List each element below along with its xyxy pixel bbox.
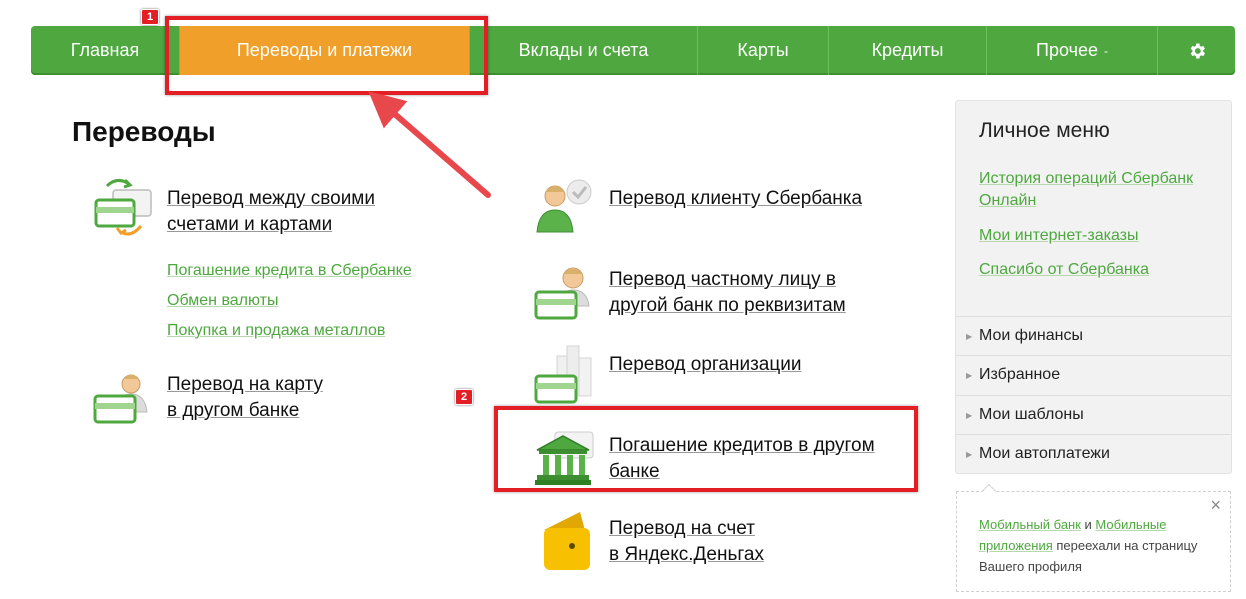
nav-item-label: Прочее bbox=[1036, 40, 1098, 60]
mobile-bank-notice: × Мобильный банк и Мобильные приложения … bbox=[956, 483, 1231, 592]
card-other-bank-link[interactable]: Перевод на карту в другом банке bbox=[167, 372, 323, 424]
link-line: Перевод частному лицу в bbox=[609, 269, 836, 290]
link-line: банке bbox=[609, 461, 660, 482]
sidebar-item-autopayments[interactable]: ▶ Мои автоплатежи bbox=[956, 434, 1231, 473]
link-line: Перевод на счет bbox=[609, 518, 755, 539]
sidebar-item-label: Избранное bbox=[979, 366, 1061, 383]
organization-transfer-link[interactable]: Перевод организации bbox=[609, 352, 801, 378]
link-line: Перевод между своими bbox=[167, 188, 375, 209]
client-transfer-link[interactable]: Перевод клиенту Сбербанка bbox=[609, 186, 862, 212]
annotation-arrow bbox=[368, 91, 491, 198]
sberbank-loan-repay-link[interactable]: Погашение кредита в Сбербанке bbox=[167, 262, 412, 280]
nav-item-label: Вклады и счета bbox=[518, 40, 649, 60]
nav-item-credits[interactable]: Кредиты bbox=[829, 26, 987, 75]
gear-icon bbox=[1190, 43, 1205, 58]
nav-item-label: Кредиты bbox=[871, 40, 944, 60]
nav-item-home[interactable]: Главная bbox=[31, 26, 180, 75]
client-transfer-icon bbox=[536, 179, 592, 233]
internet-orders-link[interactable]: Мои интернет-заказы bbox=[979, 225, 1224, 247]
page-title: Переводы bbox=[72, 116, 216, 147]
bank-building-icon bbox=[535, 431, 594, 485]
annotation-badge-1: 1 bbox=[141, 9, 159, 25]
nav-item-other[interactable]: Прочее - bbox=[987, 26, 1158, 75]
sidebar-item-finances[interactable]: ▶ Мои финансы bbox=[956, 316, 1231, 355]
nav-item-cards[interactable]: Карты bbox=[698, 26, 829, 75]
metals-trade-link[interactable]: Покупка и продажа металлов bbox=[167, 322, 385, 340]
sidebar-item-label: Мои автоплатежи bbox=[979, 445, 1110, 462]
notice-conjunction: и bbox=[1080, 517, 1096, 532]
sidebar-item-templates[interactable]: ▶ Мои шаблоны bbox=[956, 395, 1231, 434]
nav-item-deposits[interactable]: Вклады и счета bbox=[470, 26, 698, 75]
highlight-box-1 bbox=[165, 16, 488, 95]
yandex-money-link[interactable]: Перевод на счет в Яндекс.Деньгах bbox=[609, 516, 764, 568]
other-bank-loan-repay-link[interactable]: Погашение кредитов в другом банке bbox=[609, 433, 875, 485]
link-line: Перевод на карту bbox=[167, 374, 323, 395]
transfer-own-icon bbox=[94, 178, 152, 236]
nav-item-label: Главная bbox=[70, 40, 140, 60]
chevron-right-icon: ▶ bbox=[966, 331, 973, 341]
operations-history-link[interactable]: История операций Сбербанк Онлайн bbox=[979, 168, 1224, 212]
sidebar-item-label: Мои шаблоны bbox=[979, 406, 1084, 423]
link-line: в другом банке bbox=[167, 400, 300, 421]
own-transfer-link[interactable]: Перевод между своими счетами и картами bbox=[167, 186, 375, 238]
spasibo-link[interactable]: Спасибо от Сбербанка bbox=[979, 259, 1224, 281]
link-line: в Яндекс.Деньгах bbox=[609, 544, 764, 565]
chevron-right-icon: ▶ bbox=[966, 370, 973, 380]
chevron-right-icon: ▶ bbox=[966, 410, 973, 420]
link-line: другой банк по реквизитам bbox=[609, 295, 846, 316]
notice-pointer bbox=[981, 483, 997, 499]
notice-text: Мобильный банк и Мобильные приложения пе… bbox=[979, 514, 1214, 577]
yandex-wallet-icon bbox=[544, 512, 590, 570]
organization-icon bbox=[534, 345, 592, 404]
annotation-badge-2: 2 bbox=[455, 389, 473, 405]
mobile-bank-link[interactable]: Мобильный банк bbox=[979, 517, 1081, 532]
personal-menu-title: Личное меню bbox=[979, 119, 1110, 142]
card-transfer-icon bbox=[93, 374, 148, 424]
nav-item-label: Карты bbox=[737, 40, 789, 60]
close-icon[interactable]: × bbox=[1210, 495, 1221, 516]
settings-button[interactable] bbox=[1158, 26, 1235, 75]
link-line: Погашение кредитов в другом bbox=[609, 435, 875, 456]
chevron-right-icon: ▶ bbox=[966, 449, 973, 459]
person-transfer-link[interactable]: Перевод частному лицу в другой банк по р… bbox=[609, 267, 846, 319]
sidebar-item-label: Мои финансы bbox=[979, 327, 1083, 344]
link-line: счетами и картами bbox=[167, 214, 333, 235]
chevron-down-icon: - bbox=[1103, 43, 1108, 58]
person-transfer-icon bbox=[534, 267, 590, 320]
sidebar-item-favorites[interactable]: ▶ Избранное bbox=[956, 355, 1231, 394]
currency-exchange-link[interactable]: Обмен валюты bbox=[167, 292, 278, 310]
personal-menu: Личное меню История операций Сбербанк Он… bbox=[955, 100, 1232, 474]
